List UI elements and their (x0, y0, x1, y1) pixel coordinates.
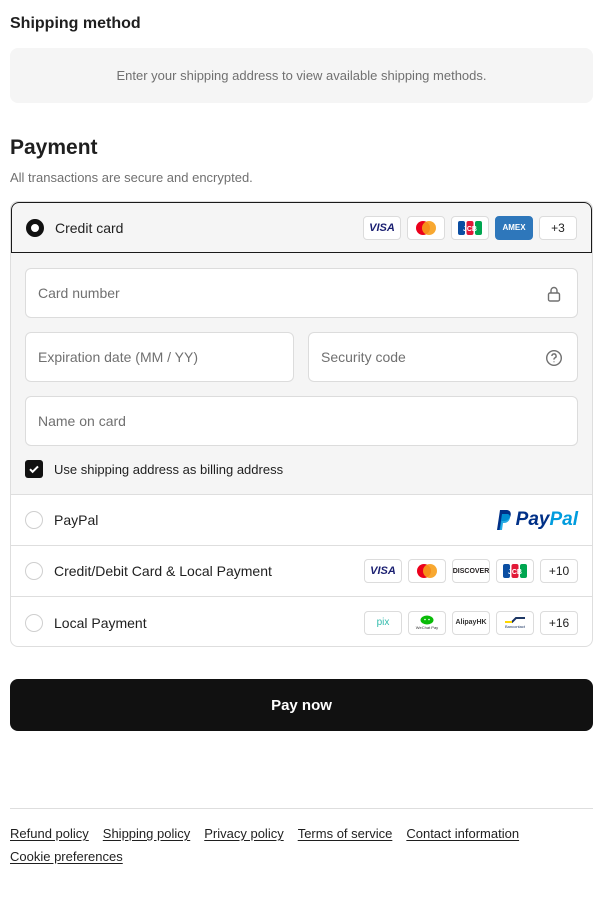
payment-methods-panel: Credit card VISA JCB AMEX +3 Card number… (10, 201, 593, 647)
wechat-pay-text: WeChat Pay (415, 625, 439, 630)
lock-icon (545, 285, 563, 303)
expiration-placeholder: Expiration date (MM / YY) (38, 349, 199, 365)
local-payment-label: Local Payment (54, 614, 147, 631)
discover-logo: DISCOVER (452, 559, 490, 583)
credit-card-radio[interactable] (26, 218, 44, 237)
local-payment-radio[interactable] (25, 613, 43, 632)
amex-logo: AMEX (495, 215, 533, 240)
payment-option-credit-debit-local[interactable]: Credit/Debit Card & Local Payment VISA D… (11, 546, 592, 597)
name-on-card-field[interactable]: Name on card (25, 396, 578, 446)
security-code-placeholder: Security code (321, 349, 406, 365)
billing-address-option[interactable]: Use shipping address as billing address (25, 460, 283, 478)
privacy-policy-link[interactable]: Privacy policy (204, 826, 283, 841)
payment-subtitle: All transactions are secure and encrypte… (10, 170, 253, 185)
pay-now-button[interactable]: Pay now (10, 679, 593, 731)
more-cards-badge: +10 (540, 559, 578, 583)
bancontact-text: Bancontact (504, 624, 525, 629)
paypal-p-icon (496, 510, 511, 530)
jcb-logo: JCB (496, 559, 534, 583)
payment-option-credit-card[interactable]: Credit card VISA JCB AMEX +3 (11, 202, 592, 253)
more-payments-badge: +16 (540, 610, 578, 635)
more-cards-badge: +3 (539, 215, 577, 240)
paypal-radio[interactable] (25, 511, 43, 529)
paypal-label: PayPal (54, 512, 99, 528)
paypal-wordmark-pay: Pay (515, 509, 550, 530)
visa-logo: VISA (363, 215, 401, 240)
pix-logo: pix (364, 610, 402, 635)
credit-card-logos: VISA JCB AMEX +3 (363, 215, 577, 240)
billing-checkbox[interactable] (25, 460, 43, 478)
shipping-policy-link[interactable]: Shipping policy (103, 826, 190, 841)
payment-option-paypal[interactable]: PayPal PayPal (11, 495, 592, 546)
credit-card-label: Credit card (55, 219, 124, 236)
shipping-notice-text: Enter your shipping address to view avai… (116, 68, 487, 83)
bancontact-logo: Bancontact (496, 610, 534, 635)
security-code-field[interactable]: Security code (308, 332, 578, 382)
contact-information-link[interactable]: Contact information (406, 826, 519, 841)
jcb-logo: JCB (451, 215, 489, 240)
name-on-card-placeholder: Name on card (38, 413, 126, 429)
svg-text:JCB: JCB (463, 226, 477, 233)
credit-debit-logos: VISA DISCOVER JCB +10 (364, 559, 578, 583)
wechat-pay-logo: WeChat Pay (408, 610, 446, 635)
checkmark-icon (29, 465, 39, 474)
credit-debit-label: Credit/Debit Card & Local Payment (54, 563, 272, 579)
local-payment-logos: pix WeChat Pay AlipayHK Bancontact +16 (364, 610, 578, 635)
payment-title: Payment (10, 136, 98, 159)
credit-debit-radio[interactable] (25, 562, 43, 580)
refund-policy-link[interactable]: Refund policy (10, 826, 89, 841)
shipping-methods-notice: Enter your shipping address to view avai… (10, 48, 593, 103)
mastercard-logo (408, 559, 446, 583)
paypal-wordmark: PayPal (516, 509, 578, 531)
payment-option-local-payment[interactable]: Local Payment pix WeChat Pay AlipayHK Ba… (11, 597, 592, 646)
alipayhk-logo: AlipayHK (452, 610, 490, 635)
cookie-preferences-link[interactable]: Cookie preferences (10, 849, 123, 864)
expiration-date-field[interactable]: Expiration date (MM / YY) (25, 332, 294, 382)
help-icon[interactable] (545, 349, 563, 367)
mastercard-logo (407, 215, 445, 240)
billing-checkbox-label: Use shipping address as billing address (54, 461, 284, 477)
footer-divider (10, 808, 593, 809)
shipping-title: Shipping method (10, 15, 141, 32)
card-number-field[interactable]: Card number (25, 268, 578, 318)
footer-links: Refund policy Shipping policy Privacy po… (10, 826, 593, 864)
visa-logo: VISA (364, 559, 402, 583)
terms-of-service-link[interactable]: Terms of service (298, 826, 393, 841)
paypal-wordmark-pal: Pal (549, 509, 578, 530)
paypal-logo: PayPal (494, 509, 578, 531)
svg-text:JCB: JCB (508, 569, 522, 576)
credit-card-form: Card number Expiration date (MM / YY) Se… (11, 253, 592, 495)
card-number-placeholder: Card number (38, 285, 120, 301)
